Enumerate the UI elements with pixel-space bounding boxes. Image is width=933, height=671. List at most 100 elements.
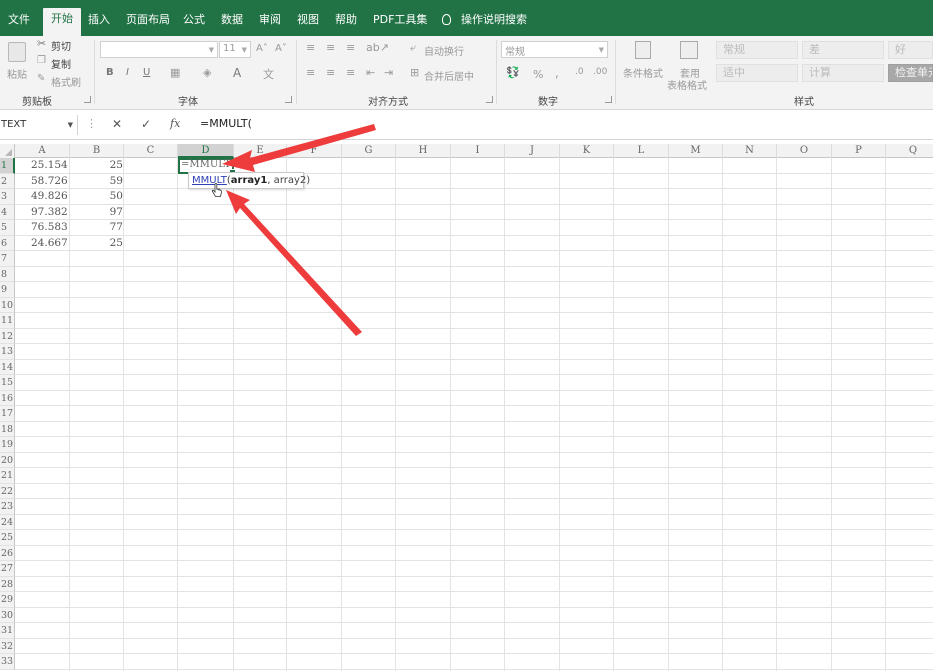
column-header-e[interactable]: E: [234, 144, 287, 158]
italic-button[interactable]: I: [126, 67, 129, 78]
paste-icon[interactable]: [8, 42, 26, 62]
style-good[interactable]: 好: [888, 41, 933, 59]
copy-icon[interactable]: ❐: [37, 55, 46, 66]
cell-b6[interactable]: 25: [70, 236, 123, 251]
row-header-9[interactable]: 9: [0, 282, 15, 298]
column-header-g[interactable]: G: [342, 144, 396, 158]
row-header-24[interactable]: 24: [0, 514, 15, 530]
column-header-l[interactable]: L: [614, 144, 669, 158]
select-all-corner[interactable]: [0, 144, 15, 158]
cell-b1[interactable]: 25: [70, 158, 123, 173]
border-icon[interactable]: ▦: [170, 66, 180, 79]
column-header-h[interactable]: H: [396, 144, 451, 158]
align-top-icon[interactable]: ≡: [306, 41, 315, 54]
row-header-16[interactable]: 16: [0, 390, 15, 406]
wrap-text-button[interactable]: 自动换行: [424, 43, 464, 58]
row-header-33[interactable]: 33: [0, 654, 15, 670]
phonetic-icon[interactable]: 文: [263, 66, 274, 82]
alignment-launcher-icon[interactable]: [486, 96, 493, 103]
cell-b5[interactable]: 77: [70, 220, 123, 235]
tab-home[interactable]: 开始: [43, 8, 81, 36]
cell-edit-text[interactable]: =MMULT(: [181, 159, 235, 170]
row-header-28[interactable]: 28: [0, 576, 15, 592]
tab-data[interactable]: 数据: [221, 9, 243, 31]
number-format-combo[interactable]: 常规 ▼: [501, 41, 608, 58]
row-header-8[interactable]: 8: [0, 266, 15, 282]
underline-button[interactable]: U: [143, 67, 150, 78]
decrease-decimal-icon[interactable]: .00: [593, 67, 607, 77]
tab-insert[interactable]: 插入: [88, 9, 110, 31]
tab-pdf-tools[interactable]: PDF工具集: [373, 9, 427, 31]
row-header-31[interactable]: 31: [0, 623, 15, 639]
row-header-21[interactable]: 21: [0, 468, 15, 484]
conditional-format-button[interactable]: 条件格式: [623, 65, 663, 80]
cut-button[interactable]: 剪切: [51, 38, 71, 53]
cancel-icon[interactable]: ✕: [112, 117, 122, 131]
row-header-19[interactable]: 19: [0, 437, 15, 453]
column-header-d[interactable]: D: [178, 144, 234, 158]
font-launcher-icon[interactable]: [285, 96, 292, 103]
align-middle-icon[interactable]: ≡: [326, 41, 335, 54]
cell-b4[interactable]: 97: [70, 205, 123, 220]
format-painter-icon[interactable]: ✎: [37, 73, 45, 84]
column-header-j[interactable]: J: [505, 144, 560, 158]
row-header-2[interactable]: 2: [0, 173, 15, 189]
row-header-10[interactable]: 10: [0, 297, 15, 313]
row-header-5[interactable]: 5: [0, 220, 15, 236]
style-neutral[interactable]: 适中: [716, 64, 798, 82]
merge-center-icon[interactable]: ⊞: [410, 66, 419, 79]
row-header-27[interactable]: 27: [0, 561, 15, 577]
tab-formulas[interactable]: 公式: [183, 9, 205, 31]
cell-b3[interactable]: 50: [70, 189, 123, 204]
column-header-p[interactable]: P: [832, 144, 886, 158]
column-header-a[interactable]: A: [15, 144, 70, 158]
merge-center-button[interactable]: 合并后居中: [424, 68, 474, 83]
column-header-o[interactable]: O: [777, 144, 832, 158]
style-normal[interactable]: 常规: [716, 41, 798, 59]
bold-button[interactable]: B: [106, 67, 114, 78]
font-name-combo[interactable]: ▼: [100, 41, 218, 58]
align-right-icon[interactable]: ≡: [346, 66, 355, 79]
cell-a4[interactable]: 97.382: [15, 205, 69, 220]
style-check-cell[interactable]: 检查单元格: [888, 64, 933, 82]
style-calculation[interactable]: 计算: [802, 64, 884, 82]
number-launcher-icon[interactable]: [605, 96, 612, 103]
column-header-i[interactable]: I: [451, 144, 505, 158]
tell-me-search[interactable]: 操作说明搜索: [442, 9, 527, 31]
row-header-17[interactable]: 17: [0, 406, 15, 422]
conditional-format-icon[interactable]: [635, 41, 651, 59]
insert-function-icon[interactable]: fx: [170, 117, 180, 130]
row-header-23[interactable]: 23: [0, 499, 15, 515]
row-header-32[interactable]: 32: [0, 638, 15, 654]
format-as-table-label-2[interactable]: 表格格式: [667, 77, 707, 92]
row-header-22[interactable]: 22: [0, 483, 15, 499]
row-header-29[interactable]: 29: [0, 592, 15, 608]
align-center-icon[interactable]: ≡: [326, 66, 335, 79]
column-header-k[interactable]: K: [560, 144, 614, 158]
column-header-n[interactable]: N: [723, 144, 777, 158]
cell-b2[interactable]: 59: [70, 174, 123, 189]
row-header-11[interactable]: 11: [0, 313, 15, 329]
row-header-18[interactable]: 18: [0, 421, 15, 437]
tab-review[interactable]: 审阅: [259, 9, 281, 31]
row-header-30[interactable]: 30: [0, 607, 15, 623]
row-header-14[interactable]: 14: [0, 359, 15, 375]
row-header-20[interactable]: 20: [0, 452, 15, 468]
column-header-f[interactable]: F: [287, 144, 342, 158]
decrease-indent-icon[interactable]: ⇤: [366, 66, 375, 79]
cell-a1[interactable]: 25.154: [15, 158, 69, 173]
cell-a3[interactable]: 49.826: [15, 189, 69, 204]
row-header-1[interactable]: 1: [0, 158, 15, 174]
row-header-12[interactable]: 12: [0, 328, 15, 344]
row-header-7[interactable]: 7: [0, 251, 15, 267]
format-as-table-icon[interactable]: [680, 41, 698, 59]
orientation-icon[interactable]: ab↗: [366, 41, 389, 54]
grow-font-icon[interactable]: A˄: [256, 43, 268, 54]
cell-a6[interactable]: 24.667: [15, 236, 69, 251]
row-header-3[interactable]: 3: [0, 189, 15, 205]
name-box[interactable]: TEXT ▼: [0, 115, 78, 135]
style-bad[interactable]: 差: [802, 41, 884, 59]
formula-input[interactable]: =MMULT(: [200, 117, 252, 130]
font-color-button[interactable]: A: [233, 66, 241, 80]
enter-icon[interactable]: ✓: [141, 117, 151, 131]
